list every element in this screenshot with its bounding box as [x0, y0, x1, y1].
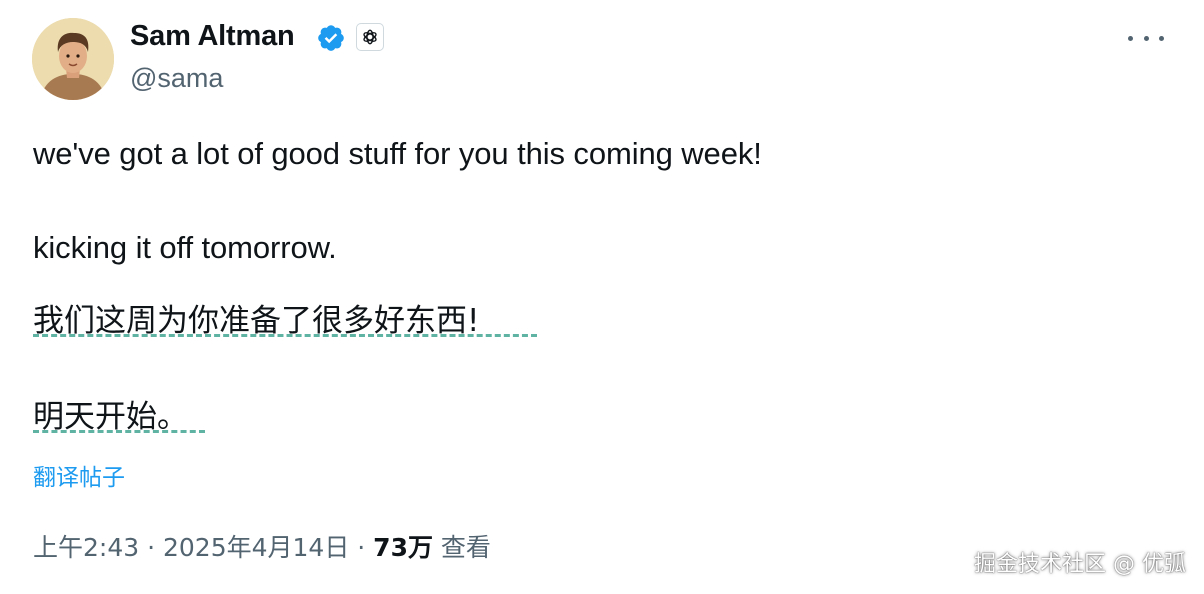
view-label: 查看 — [440, 533, 491, 562]
verified-badge-icon — [318, 25, 344, 51]
post-meta: 上午2:43 · 2025年4月14日 · 73万 查看 — [33, 528, 491, 564]
translation-underline-2 — [33, 430, 205, 433]
author-name[interactable]: Sam Altman — [130, 20, 295, 53]
openai-logo-icon[interactable] — [356, 23, 384, 51]
more-horizontal-icon[interactable] — [1128, 26, 1164, 50]
meta-separator: · — [139, 533, 163, 562]
post-date[interactable]: 2025年4月14日 — [163, 533, 349, 562]
post-text-line1: we've got a lot of good stuff for you th… — [33, 136, 762, 171]
meta-separator: · — [349, 533, 374, 562]
author-handle[interactable]: @sama — [130, 63, 223, 94]
post-time[interactable]: 上午2:43 — [33, 533, 139, 562]
post-text-line2: kicking it off tomorrow. — [33, 230, 337, 265]
translate-post-link[interactable]: 翻译帖子 — [33, 458, 125, 492]
avatar[interactable] — [32, 18, 114, 100]
watermark: 掘金技术社区 @ 优弧 — [974, 552, 1186, 577]
view-count[interactable]: 73万 — [373, 533, 433, 562]
translation-underline-1 — [33, 334, 537, 337]
